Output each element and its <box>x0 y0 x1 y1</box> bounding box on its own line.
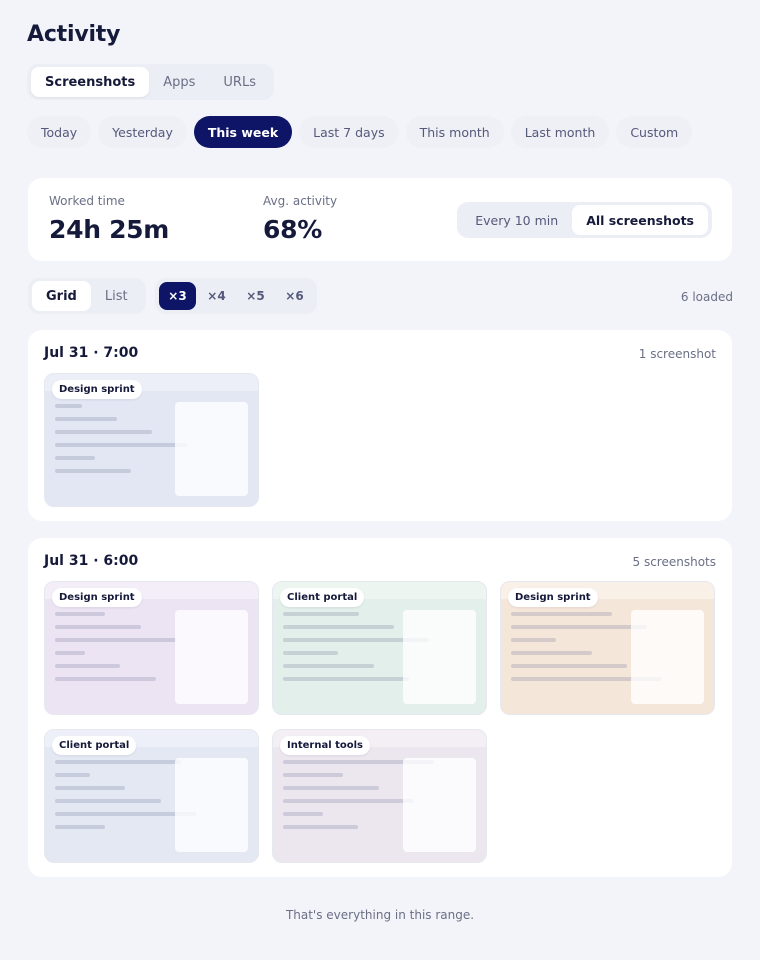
screenshot-thumbnail[interactable]: Design sprint <box>500 581 715 715</box>
avg-activity-value: 68% <box>263 215 322 244</box>
view-tabs: Screenshots Apps URLs <box>27 64 274 100</box>
app-tag: Client portal <box>280 588 365 607</box>
screenshot-group: Jul 31 · 7:00 1 screenshot Design sprint <box>28 330 732 521</box>
app-tag: Internal tools <box>280 736 371 755</box>
app-tag: Design sprint <box>52 380 142 399</box>
app-tag: Design sprint <box>52 588 142 607</box>
thumbnail-panel <box>403 610 476 704</box>
density-x5[interactable]: ×5 <box>237 282 274 310</box>
screenshot-thumbnail[interactable]: Client portal <box>272 581 487 715</box>
group-title: Jul 31 · 7:00 <box>44 345 139 361</box>
thumbnail-panel <box>175 610 248 704</box>
density-x4[interactable]: ×4 <box>198 282 235 310</box>
stats-card: Worked time 24h 25m Avg. activity 68% Ev… <box>28 178 732 261</box>
worked-time-label: Worked time <box>49 194 125 208</box>
thumbnail-panel <box>631 610 704 704</box>
thumbnail-panel <box>175 758 248 852</box>
screenshot-thumbnail[interactable]: Design sprint <box>44 581 259 715</box>
freq-all-screenshots[interactable]: All screenshots <box>572 205 708 235</box>
range-this-week[interactable]: This week <box>193 116 293 148</box>
range-custom[interactable]: Custom <box>616 116 693 148</box>
screenshot-group: Jul 31 · 6:00 5 screenshots Design sprin… <box>28 538 732 877</box>
screenshot-thumbnail[interactable]: Internal tools <box>272 729 487 863</box>
range-yesterday[interactable]: Yesterday <box>98 116 187 148</box>
thumbnail-panel <box>175 402 248 496</box>
worked-time-value: 24h 25m <box>49 215 170 244</box>
tab-screenshots[interactable]: Screenshots <box>31 67 150 97</box>
date-range-filters: Today Yesterday This week Last 7 days Th… <box>27 116 693 148</box>
density-x6[interactable]: ×6 <box>276 282 313 310</box>
end-of-list-message: That's everything in this range. <box>285 908 475 922</box>
loaded-count: 6 loaded <box>680 290 733 304</box>
freq-every-10-min[interactable]: Every 10 min <box>461 205 572 235</box>
avg-activity-label: Avg. activity <box>263 194 338 208</box>
density-x3[interactable]: ×3 <box>159 282 196 310</box>
tab-urls[interactable]: URLs <box>209 67 270 97</box>
range-last-7-days[interactable]: Last 7 days <box>299 116 399 148</box>
app-tag: Client portal <box>52 736 137 755</box>
layout-mode-toggle: Grid List <box>28 278 146 314</box>
screenshot-frequency-toggle: Every 10 min All screenshots <box>457 202 712 238</box>
mode-grid[interactable]: Grid <box>32 281 91 311</box>
range-this-month[interactable]: This month <box>405 116 504 148</box>
range-today[interactable]: Today <box>27 116 92 148</box>
page-title: Activity <box>27 22 121 47</box>
tab-apps[interactable]: Apps <box>149 67 209 97</box>
screenshot-thumbnail[interactable]: Client portal <box>44 729 259 863</box>
group-count: 5 screenshots <box>632 555 717 569</box>
avg-activity-stat: Avg. activity 68% <box>263 194 337 244</box>
grid-density-toggle: ×3 ×4 ×5 ×6 <box>155 278 317 314</box>
group-title: Jul 31 · 6:00 <box>44 553 139 569</box>
range-last-month[interactable]: Last month <box>510 116 610 148</box>
screenshot-thumbnail[interactable]: Design sprint <box>44 373 259 507</box>
mode-list[interactable]: List <box>91 281 142 311</box>
thumbnail-panel <box>403 758 476 852</box>
group-count: 1 screenshot <box>638 347 716 361</box>
worked-time-stat: Worked time 24h 25m <box>49 194 169 244</box>
app-tag: Design sprint <box>508 588 598 607</box>
